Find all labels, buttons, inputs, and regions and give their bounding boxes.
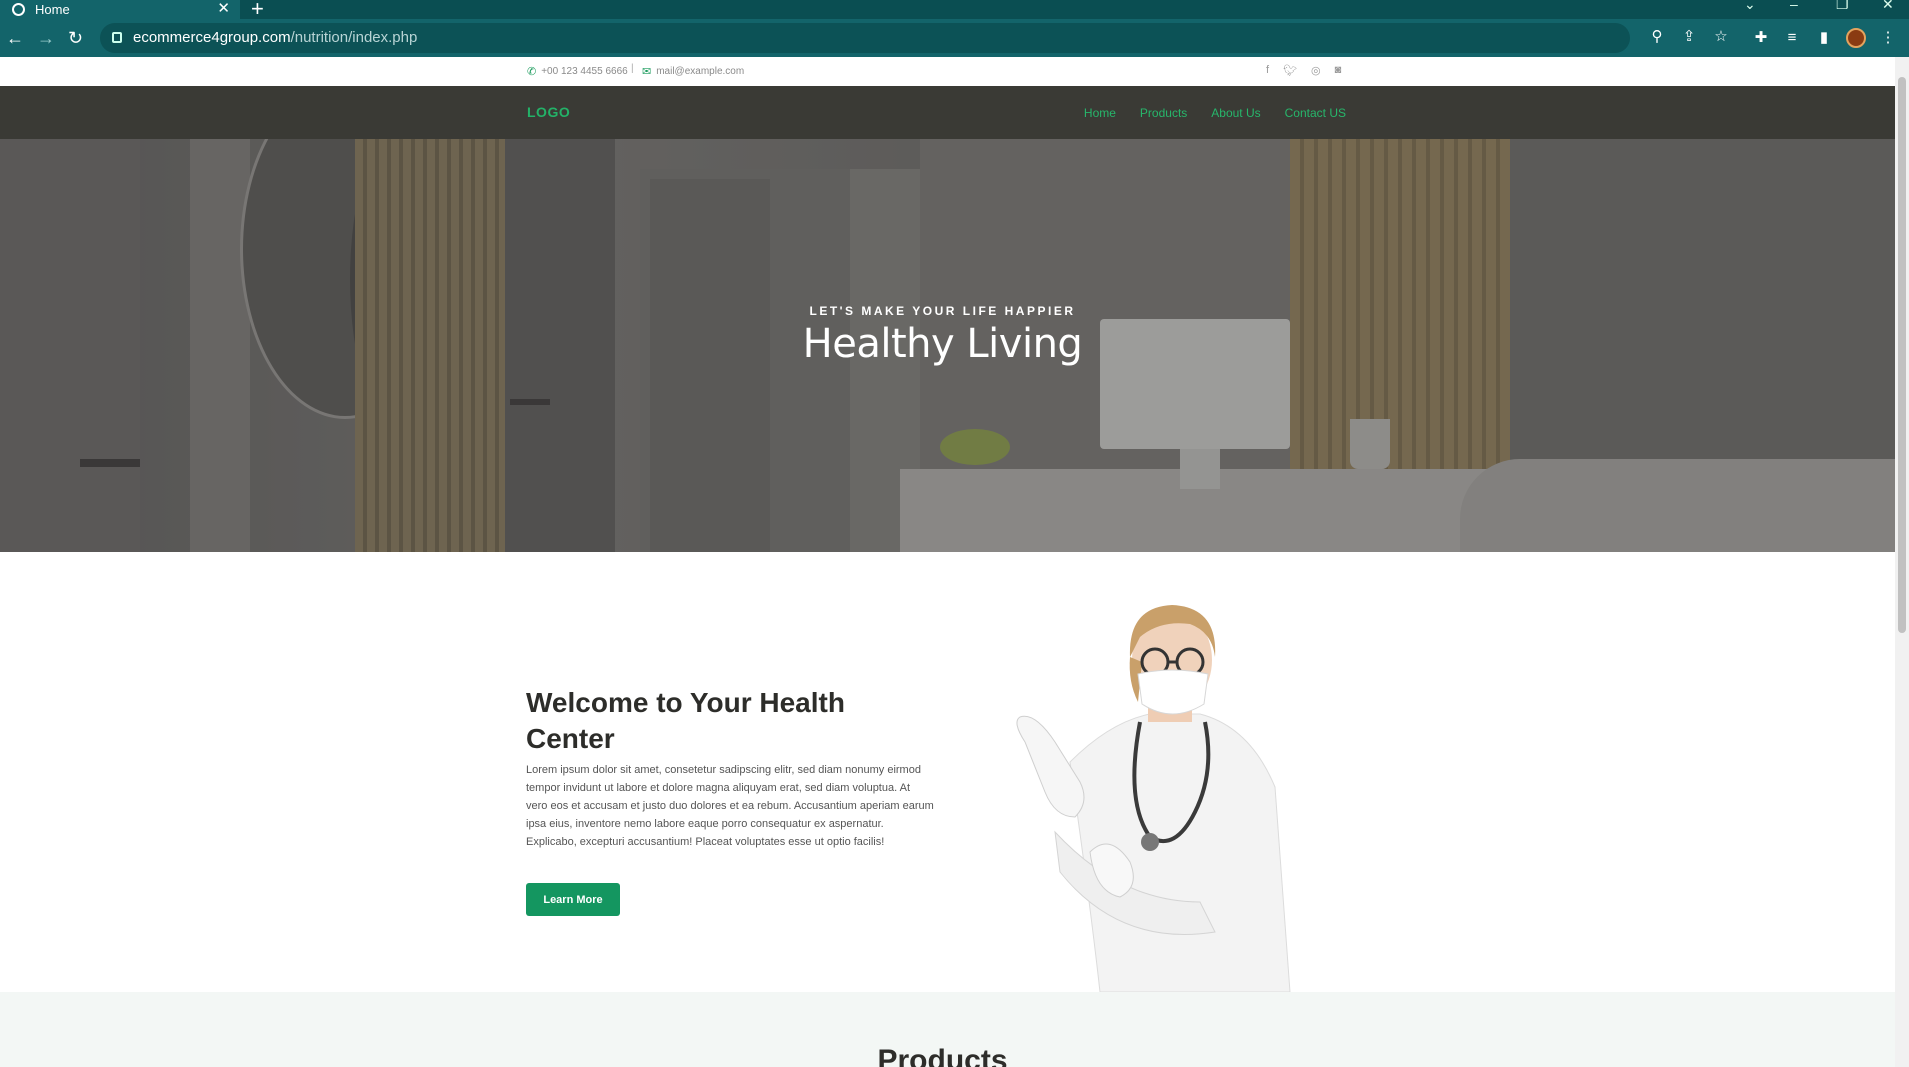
restore-icon[interactable]: ❐ xyxy=(1836,0,1849,13)
profile-avatar[interactable] xyxy=(1846,28,1866,48)
tab-title: Home xyxy=(35,2,70,17)
welcome-title: Welcome to Your Health Center xyxy=(526,687,845,754)
nav-about-us[interactable]: About Us xyxy=(1211,106,1260,120)
tab-search-icon[interactable]: ⌄ xyxy=(1744,0,1756,13)
minimize-icon[interactable]: – xyxy=(1790,0,1798,12)
browser-tab[interactable]: Home ✕ xyxy=(0,0,240,19)
contact-topbar: ✆ +00 123 4455 6666 | ✉ mail@example.com… xyxy=(0,57,1895,86)
phone-number: +00 123 4455 6666 xyxy=(541,66,628,77)
side-panel-icon[interactable]: ▮ xyxy=(1814,28,1834,48)
nav-contact-us[interactable]: Contact US xyxy=(1285,106,1346,120)
new-tab-icon[interactable]: + xyxy=(251,0,264,20)
twitter-icon[interactable]: 🐦︎ xyxy=(1283,64,1297,77)
extensions-icon[interactable]: ✚ xyxy=(1751,28,1771,48)
hero-banner: LET'S MAKE YOUR LIFE HAPPIER Healthy Liv… xyxy=(0,139,1895,552)
zoom-icon[interactable]: ⚲ xyxy=(1647,27,1667,47)
doctor-image xyxy=(1016,605,1291,992)
nav-home[interactable]: Home xyxy=(1084,106,1116,120)
window-close-icon[interactable]: ✕ xyxy=(1882,0,1894,13)
back-icon[interactable]: ← xyxy=(6,26,24,50)
url-host: ecommerce4group.com xyxy=(133,29,291,46)
products-title: Products xyxy=(877,1044,1008,1067)
nav-menu: Home Products About Us Contact US xyxy=(1084,106,1346,120)
hero-kicker: LET'S MAKE YOUR LIFE HAPPIER xyxy=(809,304,1076,318)
bookmark-star-icon[interactable]: ☆ xyxy=(1711,27,1731,47)
lock-icon xyxy=(112,32,122,43)
share-icon[interactable]: ⇪ xyxy=(1679,27,1699,47)
scrollbar-thumb[interactable] xyxy=(1898,77,1906,633)
url-path: /nutrition/index.php xyxy=(290,29,418,46)
close-tab-icon[interactable]: ✕ xyxy=(217,0,230,17)
learn-more-button[interactable]: Learn More xyxy=(526,883,620,916)
facebook-icon[interactable]: f xyxy=(1266,64,1269,77)
nav-products[interactable]: Products xyxy=(1140,106,1187,120)
hero-title: Healthy Living xyxy=(802,321,1083,367)
contact-separator: | xyxy=(631,63,634,74)
browser-tabbar: Home ✕ + ⌄ – ❐ ✕ xyxy=(0,0,1909,20)
site-logo[interactable]: LOGO xyxy=(527,104,570,120)
main-navigation: LOGO Home Products About Us Contact US xyxy=(0,86,1895,139)
reading-list-icon[interactable]: ≡ xyxy=(1782,28,1802,48)
url-text: ecommerce4group.com/nutrition/index.php xyxy=(133,29,417,46)
instagram-icon[interactable]: ◙ xyxy=(1335,64,1342,77)
email-address: mail@example.com xyxy=(656,66,745,77)
browser-toolbar: ← → ↻ ecommerce4group.com/nutrition/inde… xyxy=(0,19,1909,57)
address-bar[interactable]: ecommerce4group.com/nutrition/index.php … xyxy=(100,23,1728,53)
forward-icon[interactable]: → xyxy=(37,26,55,50)
welcome-description: Lorem ipsum dolor sit amet, consetetur s… xyxy=(526,764,934,848)
products-section: Products xyxy=(0,992,1895,1067)
dribbble-icon[interactable]: ◎ xyxy=(1311,64,1321,77)
phone-contact[interactable]: ✆ +00 123 4455 6666 xyxy=(527,65,628,78)
menu-kebab-icon[interactable]: ⋮ xyxy=(1878,28,1898,48)
globe-icon xyxy=(12,3,25,16)
web-page: ✆ +00 123 4455 6666 | ✉ mail@example.com… xyxy=(0,57,1895,1067)
mail-icon: ✉ xyxy=(642,66,652,78)
welcome-section: Welcome to Your Health Center Lorem ipsu… xyxy=(0,552,1895,992)
phone-icon: ✆ xyxy=(527,66,537,78)
social-links: f 🐦︎ ◎ ◙ xyxy=(1266,64,1341,77)
email-contact[interactable]: ✉ mail@example.com xyxy=(642,65,744,78)
page-scrollbar[interactable] xyxy=(1895,57,1909,1067)
reload-icon[interactable]: ↻ xyxy=(68,26,83,50)
